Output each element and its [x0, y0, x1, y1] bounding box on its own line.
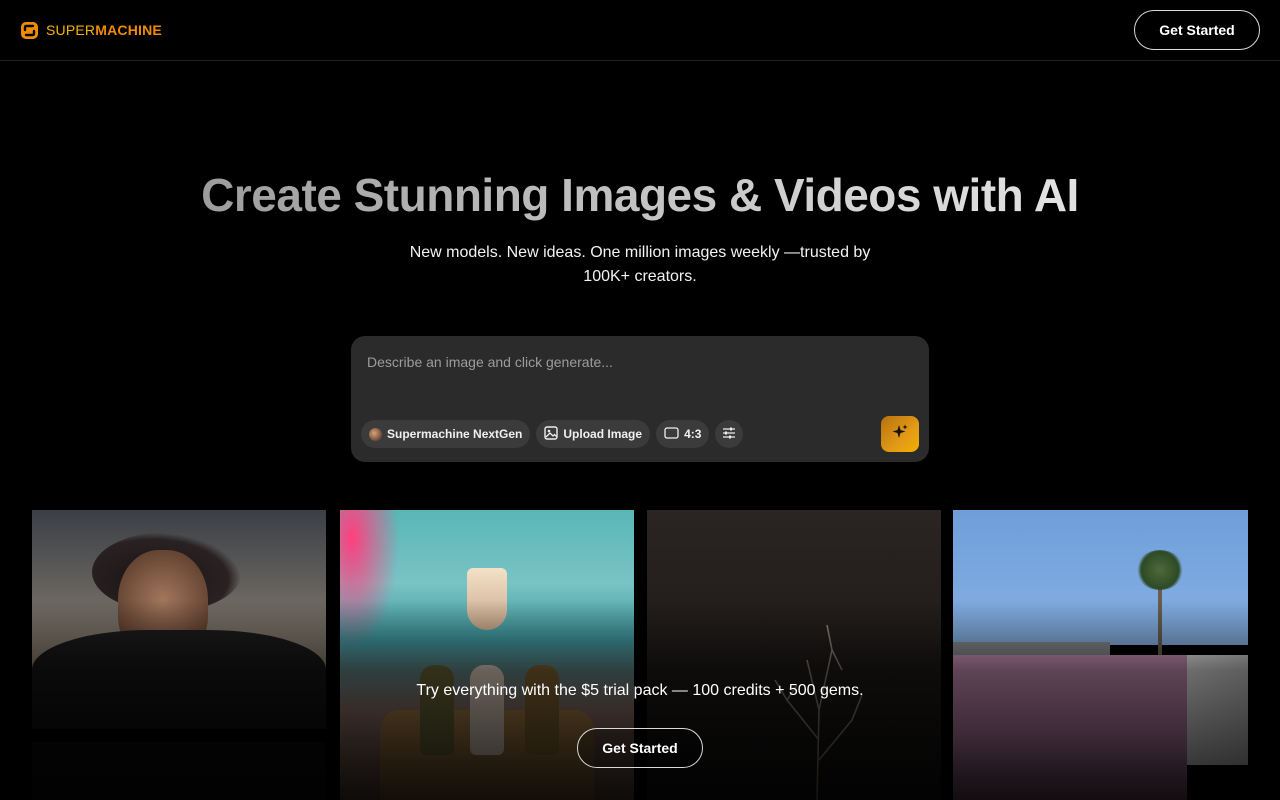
aspect-ratio-label: 4:3 [684, 427, 702, 441]
gallery-fade-overlay [0, 600, 1280, 800]
sparkles-icon [891, 423, 909, 446]
model-avatar-icon [369, 427, 382, 441]
page-title: Create Stunning Images & Videos with AI [0, 168, 1280, 222]
model-select[interactable]: Supermachine NextGen [361, 420, 531, 448]
supermachine-logo-icon [20, 21, 39, 40]
aspect-ratio-icon [664, 426, 679, 442]
image-icon [544, 425, 559, 443]
upload-image-label: Upload Image [563, 427, 643, 441]
promo-get-started-button[interactable]: Get Started [577, 728, 703, 768]
prompt-box: Supermachine NextGen Upload Image 4:3 [351, 336, 929, 462]
hero-subtitle: New models. New ideas. One million image… [409, 244, 871, 285]
get-started-button[interactable]: Get Started [1134, 10, 1260, 50]
promo-text: Try everything with the $5 trial pack — … [416, 682, 864, 699]
prompt-options: Supermachine NextGen Upload Image 4:3 [361, 420, 744, 448]
top-nav: SUPERMACHINE Get Started [0, 0, 1280, 61]
generate-button[interactable] [881, 416, 919, 452]
model-label: Supermachine NextGen [387, 427, 523, 441]
upload-image-button[interactable]: Upload Image [536, 420, 651, 448]
aspect-ratio-select[interactable]: 4:3 [656, 420, 710, 448]
sliders-icon [722, 426, 736, 443]
prompt-input[interactable] [367, 350, 907, 374]
brand-logo[interactable]: SUPERMACHINE [20, 21, 162, 40]
advanced-settings-button[interactable] [715, 420, 744, 448]
brand-name: SUPERMACHINE [46, 22, 162, 38]
